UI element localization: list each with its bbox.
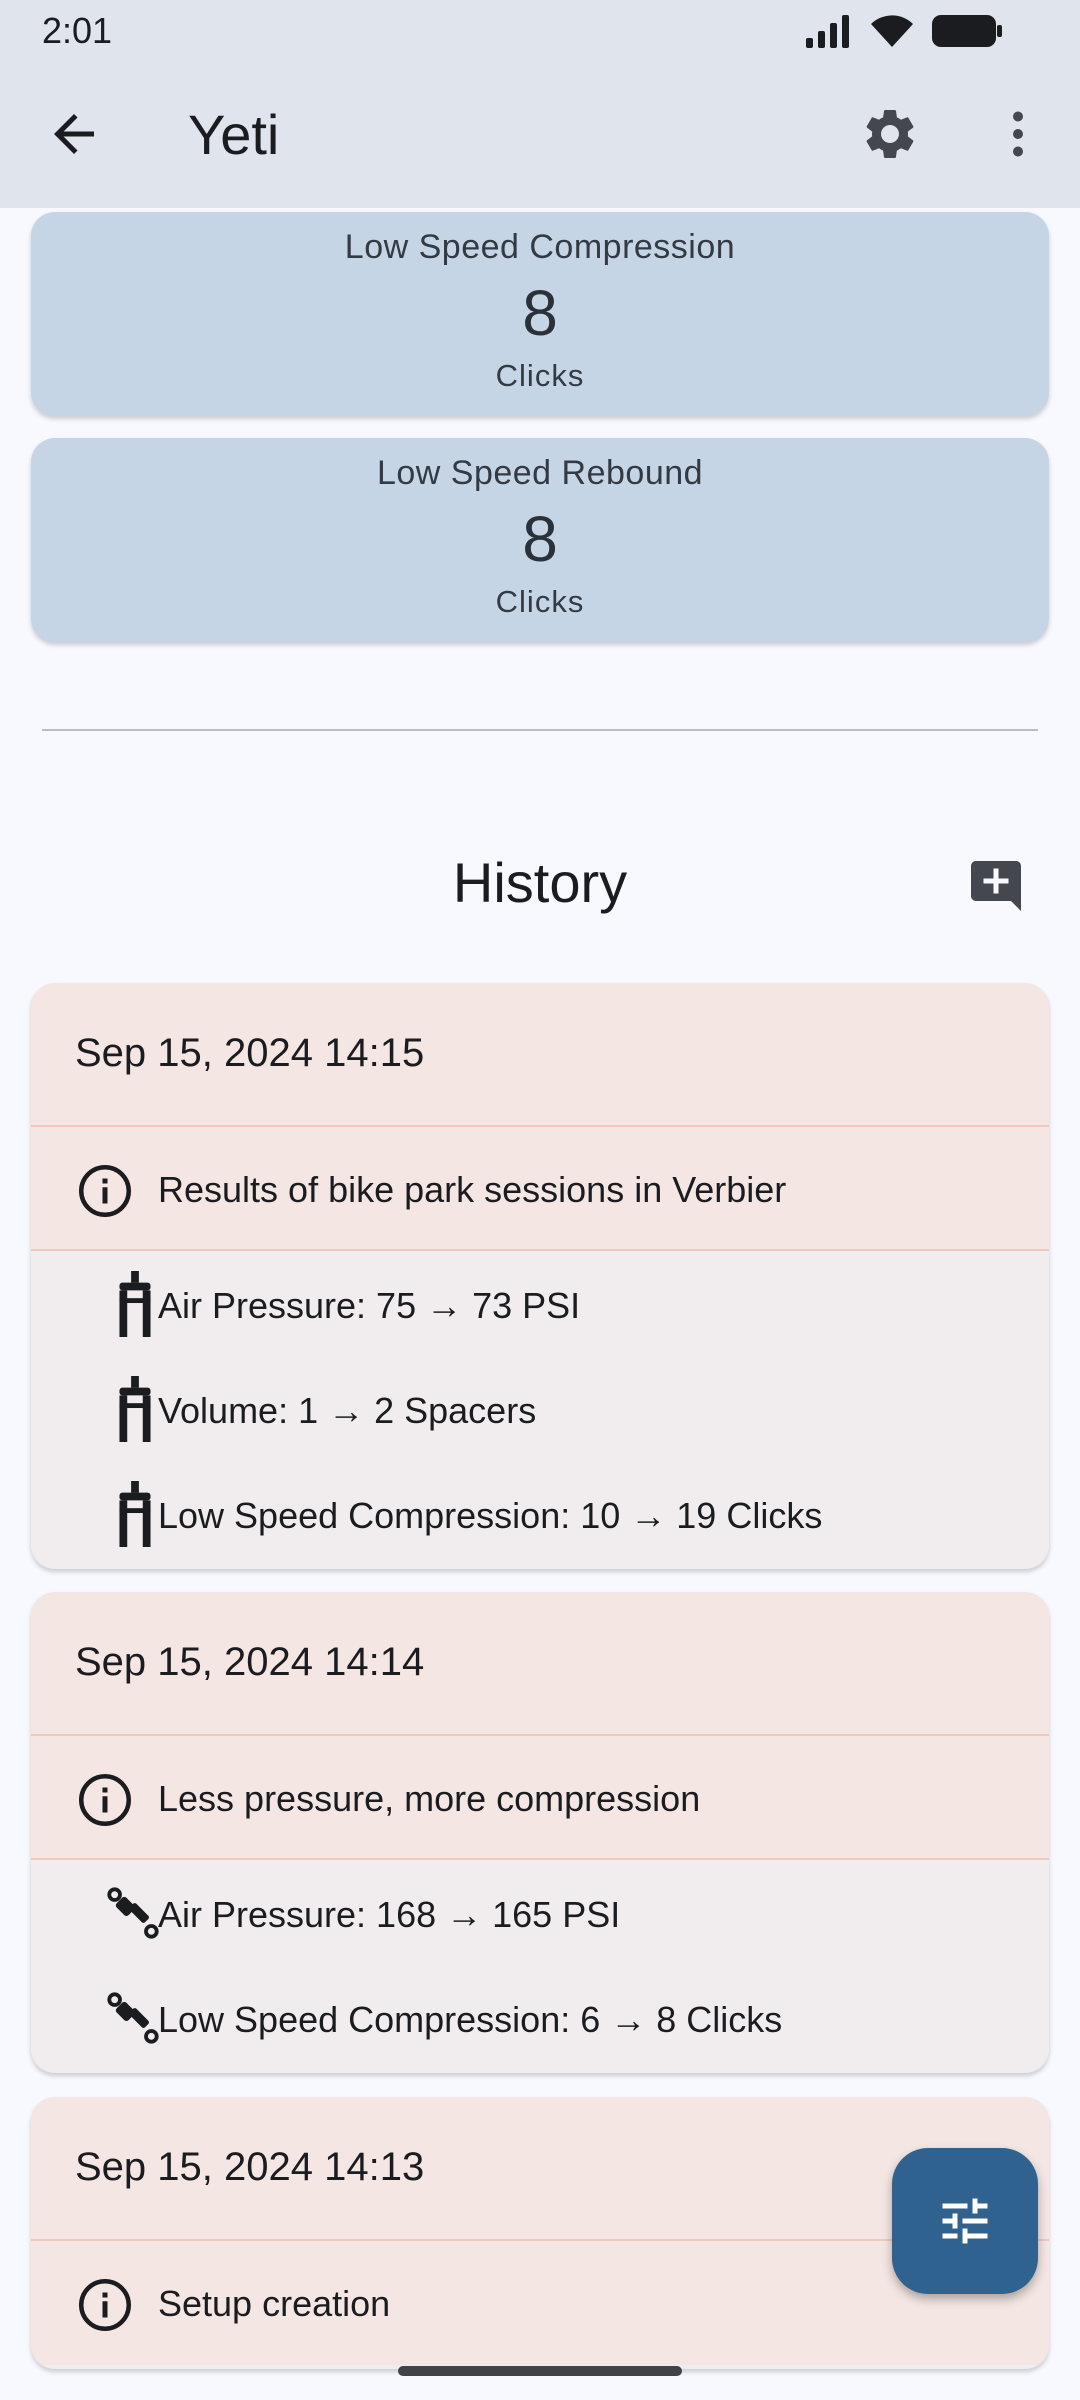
status-icons <box>804 12 1004 50</box>
setting-unit: Clicks <box>495 358 585 393</box>
history-change-row: Low Speed Compression: 6 → 8 Clicks <box>31 1965 1049 2070</box>
setting-value: 8 <box>522 277 558 349</box>
history-entry-date: Sep 15, 2024 14:14 <box>75 1640 425 1684</box>
history-title: History <box>452 851 628 914</box>
shock-icon <box>107 1992 159 2044</box>
battery-icon <box>932 15 1002 47</box>
setting-card-low-speed-rebound[interactable]: Low Speed Rebound 8 Clicks <box>31 438 1049 642</box>
top-bar: 2:01 Yeti <box>0 0 1080 208</box>
history-entry-note: Results of bike park sessions in Verbier <box>31 1127 1049 1251</box>
setting-label: Low Speed Compression <box>344 228 736 266</box>
history-change-text: Low Speed Compression: 6 → 8 Clicks <box>158 1999 783 2040</box>
info-icon <box>79 1165 131 1217</box>
fork-icon <box>119 1271 151 1337</box>
fork-icon <box>119 1376 151 1442</box>
gear-icon[interactable] <box>860 104 920 164</box>
history-entry[interactable]: Sep 15, 2024 14:14 Less pressure, more c… <box>31 1592 1049 2073</box>
info-icon <box>79 2279 131 2331</box>
tune-icon <box>942 2198 988 2244</box>
history-entry-header: Sep 15, 2024 14:14 <box>31 1592 1049 1736</box>
signal-icon <box>806 15 849 48</box>
setting-card-low-speed-compression[interactable]: Low Speed Compression 8 Clicks <box>31 212 1049 416</box>
history-change-row: Low Speed Compression: 10 → 19 Clicks <box>31 1461 1049 1566</box>
history-change-row: Air Pressure: 75 → 73 PSI <box>31 1251 1049 1356</box>
history-entry[interactable]: Sep 15, 2024 14:15 Results of bike park … <box>31 983 1049 1569</box>
app-bar: Yeti <box>0 60 1080 208</box>
setting-value: 8 <box>522 503 558 575</box>
home-indicator[interactable] <box>398 2366 682 2376</box>
history-change-text: Volume: 1 → 2 Spacers <box>158 1390 537 1431</box>
section-divider <box>42 729 1038 731</box>
setting-unit: Clicks <box>495 584 585 619</box>
history-entry-date: Sep 15, 2024 14:13 <box>75 2145 425 2189</box>
history-change-text: Air Pressure: 168 → 165 PSI <box>158 1894 621 1935</box>
history-note-text: Results of bike park sessions in Verbier <box>158 1169 787 1210</box>
status-bar: 2:01 <box>0 0 1080 60</box>
page-title: Yeti <box>188 103 280 166</box>
fork-icon <box>119 1481 151 1547</box>
history-change-row: Air Pressure: 168 → 165 PSI <box>31 1860 1049 1965</box>
history-change-text: Low Speed Compression: 10 → 19 Clicks <box>158 1495 823 1536</box>
status-time: 2:01 <box>42 10 113 51</box>
history-note-text: Setup creation <box>158 2283 391 2324</box>
history-entry-header: Sep 15, 2024 14:15 <box>31 983 1049 1127</box>
history-change-row: Volume: 1 → 2 Spacers <box>31 1356 1049 1461</box>
setting-label: Low Speed Rebound <box>376 454 704 492</box>
back-arrow-icon[interactable] <box>44 104 104 164</box>
info-icon <box>79 1774 131 1826</box>
history-entry-date: Sep 15, 2024 14:15 <box>75 1031 425 1075</box>
adjust-settings-fab[interactable] <box>892 2148 1038 2294</box>
wifi-icon <box>871 15 913 47</box>
more-vert-icon[interactable] <box>988 104 1048 164</box>
add-comment-icon[interactable] <box>966 856 1026 916</box>
history-note-text: Less pressure, more compression <box>158 1778 701 1819</box>
shock-icon <box>107 1887 159 1939</box>
history-entry-note: Less pressure, more compression <box>31 1736 1049 1860</box>
history-change-text: Air Pressure: 75 → 73 PSI <box>158 1285 581 1326</box>
